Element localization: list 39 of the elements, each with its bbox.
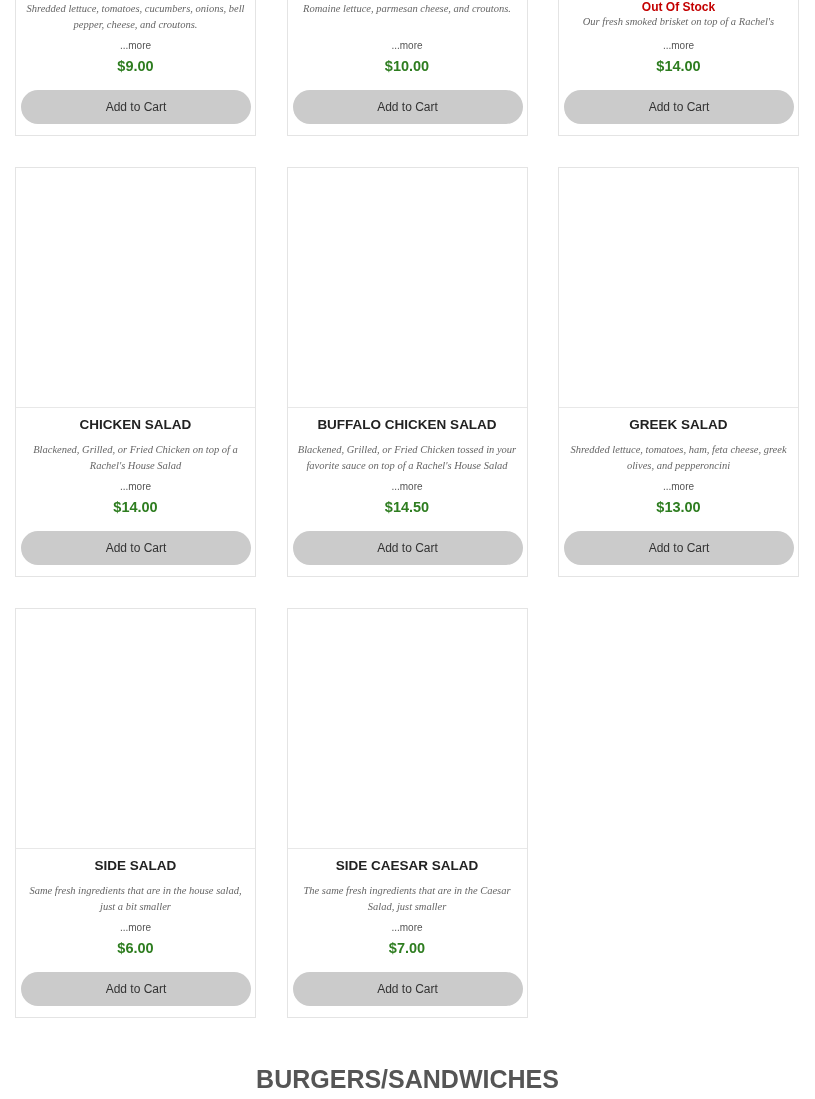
item-price: $13.00 (655, 498, 702, 516)
item-price: $14.00 (655, 57, 702, 75)
add-to-cart-button[interactable]: Add to Cart (292, 90, 523, 124)
add-to-cart-button[interactable]: Add to Cart (21, 90, 251, 124)
item-price: $14.50 (383, 498, 431, 516)
stock-label: Out Of Stock (640, 1, 717, 14)
add-to-cart-button[interactable]: Add to Cart (292, 531, 523, 565)
item-title: CHICKEN SALAD (78, 416, 193, 434)
item-title: SIDE CAESAR SALAD (334, 857, 480, 875)
item-title: GREEK SALAD (628, 416, 729, 434)
item-description: Same fresh ingredients that are in the house salad, just a bit smaller (28, 884, 243, 914)
add-to-cart-button[interactable]: Add to Cart (564, 531, 794, 565)
item-description: Shredded lettuce, tomatoes, ham, feta cheese, greek olives, and pepperoncini (569, 443, 788, 473)
item-price: $7.00 (387, 939, 427, 957)
more-link[interactable]: ...more (662, 40, 695, 51)
add-to-cart-button[interactable]: Add to Cart (564, 90, 794, 124)
item-price: $10.00 (383, 57, 431, 75)
item-title: BUFFALO CHICKEN SALAD (316, 416, 498, 434)
item-description: Blackened, Grilled, or Fried Chicken tossed in your favorite sauce on top of a Rachel's House Salad (296, 443, 518, 473)
add-to-cart-button[interactable]: Add to Cart (21, 972, 251, 1006)
section-heading: BURGERS/SANDWICHES (256, 1064, 559, 1094)
add-to-cart-button[interactable]: Add to Cart (21, 531, 251, 565)
more-link[interactable]: ...more (119, 40, 152, 51)
item-description: Shredded lettuce, tomatoes, cucumbers, onions, bell pepper, cheese, and croutons. (25, 2, 246, 32)
add-to-cart-button[interactable]: Add to Cart (292, 972, 523, 1006)
more-link[interactable]: ...more (119, 922, 152, 933)
item-price: $14.00 (112, 498, 159, 516)
item-description: Blackened, Grilled, or Fried Chicken on top of a Rachel's House Salad (32, 443, 239, 473)
more-link[interactable]: ...more (662, 481, 695, 492)
more-link[interactable]: ...more (119, 481, 152, 492)
item-description: The same fresh ingredients that are in the Caesar Salad, just smaller (302, 884, 512, 914)
item-description: Romaine lettuce, parmesan cheese, and croutons. (302, 2, 512, 16)
item-description: Our fresh smoked brisket on top of a Rachel's (581, 15, 776, 29)
more-link[interactable]: ...more (391, 40, 423, 51)
item-title: SIDE SALAD (93, 857, 178, 875)
more-link[interactable]: ...more (391, 481, 423, 492)
more-link[interactable]: ...more (391, 922, 423, 933)
item-price: $9.00 (116, 57, 155, 75)
item-price: $6.00 (116, 939, 155, 957)
